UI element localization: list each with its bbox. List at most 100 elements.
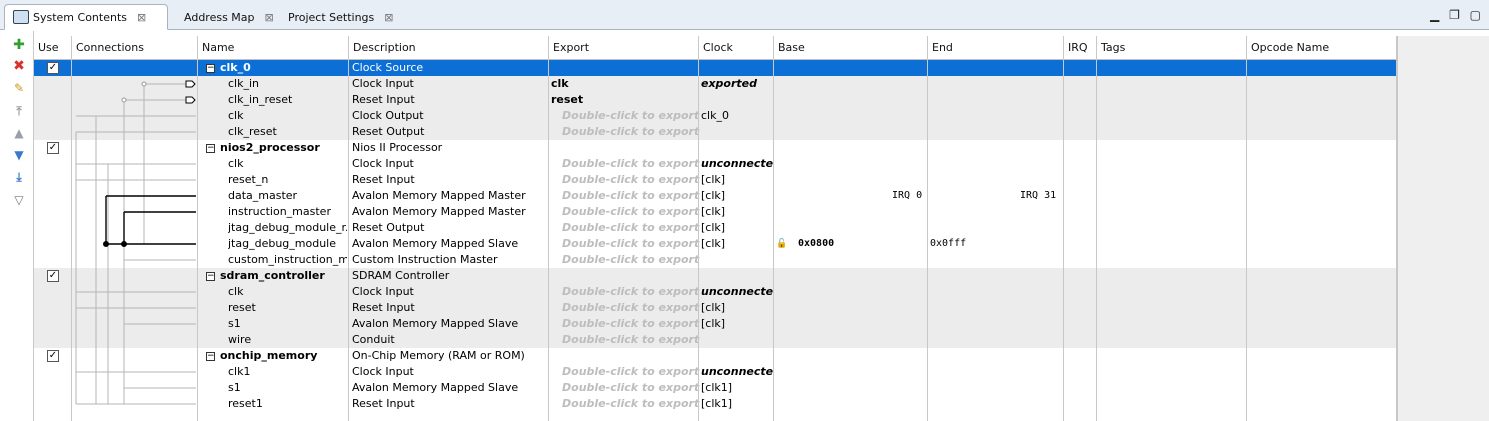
clock-cell[interactable] (701, 332, 773, 348)
name-cell[interactable]: clk_0 (220, 60, 347, 76)
col-use[interactable]: Use (34, 36, 59, 60)
interface-row[interactable]: data_master Avalon Memory Mapped Master Do… (34, 188, 1397, 204)
lock-icon[interactable]: 🔓 (776, 236, 790, 252)
name-cell[interactable]: s1 (228, 380, 347, 396)
component-row[interactable]: ✓ − nios2_processor Nios II Processor (34, 140, 1397, 156)
interface-row[interactable]: clk Clock Output Double-click to export clk… (34, 108, 1397, 124)
interface-row[interactable]: clk Clock Input Double-click to export unco… (34, 284, 1397, 300)
interface-row[interactable]: wire Conduit Double-click to export (34, 332, 1397, 348)
col-clock[interactable]: Clock (699, 36, 733, 60)
export-cell[interactable]: Double-click to export (562, 364, 702, 380)
export-cell[interactable]: Double-click to export (562, 236, 702, 252)
col-description[interactable]: Description (349, 36, 416, 60)
collapse-toggle-icon[interactable]: − (206, 64, 215, 73)
clock-cell[interactable] (701, 252, 773, 268)
col-connections[interactable]: Connections (72, 36, 144, 60)
clock-cell[interactable] (701, 140, 773, 156)
clock-cell[interactable]: unconnected (701, 284, 773, 300)
export-cell[interactable]: Double-click to export (562, 380, 702, 396)
export-cell[interactable]: Double-click to export (562, 396, 702, 412)
move-down-icon[interactable]: ▼ (11, 147, 27, 163)
interface-row[interactable]: jtag_debug_module_r... Reset Output Double… (34, 220, 1397, 236)
use-checkbox[interactable]: ✓ (47, 62, 59, 74)
clock-cell[interactable] (701, 268, 773, 284)
col-opcode-name[interactable]: Opcode Name (1247, 36, 1329, 60)
interface-row[interactable]: s1 Avalon Memory Mapped Slave Double-click… (34, 316, 1397, 332)
move-bottom-icon[interactable]: ⤓ (11, 169, 27, 185)
name-cell[interactable]: reset (228, 300, 347, 316)
interface-row[interactable]: clk_reset Reset Output Double-click to exp… (34, 124, 1397, 140)
interface-row[interactable]: clk Clock Input Double-click to export unco… (34, 156, 1397, 172)
export-cell[interactable]: Double-click to export (562, 316, 702, 332)
clock-cell[interactable] (701, 92, 773, 108)
interface-row[interactable]: clk1 Clock Input Double-click to export unc… (34, 364, 1397, 380)
name-cell[interactable]: onchip_memory (220, 348, 347, 364)
base-cell[interactable]: 0x0800 (798, 236, 898, 252)
clock-cell[interactable]: unconnected (701, 156, 773, 172)
filter-icon[interactable]: ▽ (11, 192, 27, 208)
export-cell[interactable]: Double-click to export (562, 156, 702, 172)
clock-cell[interactable]: [clk] (701, 204, 773, 220)
clock-cell[interactable] (701, 348, 773, 364)
export-cell[interactable]: Double-click to export (562, 220, 702, 236)
name-cell[interactable]: jtag_debug_module (228, 236, 347, 252)
interface-row[interactable]: clk_in_reset Reset Input reset (34, 92, 1397, 108)
export-cell[interactable]: clk (551, 76, 691, 92)
export-cell[interactable]: Double-click to export (562, 124, 702, 140)
col-end[interactable]: End (928, 36, 953, 60)
export-cell[interactable]: Double-click to export (562, 300, 702, 316)
name-cell[interactable]: custom_instruction_m... (228, 252, 347, 268)
name-cell[interactable]: clk_in_reset (228, 92, 347, 108)
name-cell[interactable]: nios2_processor (220, 140, 347, 156)
name-cell[interactable]: clk (228, 284, 347, 300)
clock-cell[interactable]: [clk1] (701, 380, 773, 396)
maximize-icon[interactable]: ❐ (1449, 8, 1460, 22)
end-cell[interactable]: 0x0fff (930, 236, 990, 252)
move-up-icon[interactable]: ▲ (11, 125, 27, 141)
clock-cell[interactable]: [clk] (701, 300, 773, 316)
close-icon[interactable]: ⊠ (384, 11, 393, 24)
clock-cell[interactable]: [clk] (701, 220, 773, 236)
add-icon[interactable]: ✚ (11, 37, 27, 53)
name-cell[interactable]: data_master (228, 188, 347, 204)
name-cell[interactable]: sdram_controller (220, 268, 347, 284)
export-cell[interactable] (551, 348, 691, 364)
clock-cell[interactable]: [clk1] (701, 396, 773, 412)
name-cell[interactable]: s1 (228, 316, 347, 332)
name-cell[interactable]: clk (228, 108, 347, 124)
export-cell[interactable]: Double-click to export (562, 332, 702, 348)
export-cell[interactable]: Double-click to export (562, 108, 702, 124)
collapse-toggle-icon[interactable]: − (206, 272, 215, 281)
remove-icon[interactable]: ✖ (11, 58, 27, 74)
interface-row[interactable]: reset_n Reset Input Double-click to export… (34, 172, 1397, 188)
export-cell[interactable]: Double-click to export (562, 284, 702, 300)
interface-row[interactable]: reset1 Reset Input Double-click to export[… (34, 396, 1397, 412)
name-cell[interactable]: clk1 (228, 364, 347, 380)
export-cell[interactable]: Double-click to export (562, 204, 702, 220)
interface-row[interactable]: s1 Avalon Memory Mapped Slave Double-click… (34, 380, 1397, 396)
name-cell[interactable]: reset_n (228, 172, 347, 188)
tab-system-contents[interactable]: System Contents ⊠ (4, 4, 168, 30)
component-row[interactable]: ✓ − sdram_controller SDRAM Controller (34, 268, 1397, 284)
clock-cell[interactable]: [clk] (701, 316, 773, 332)
name-cell[interactable]: instruction_master (228, 204, 347, 220)
clock-cell[interactable]: clk_0 (701, 108, 773, 124)
export-cell[interactable]: Double-click to export (562, 252, 702, 268)
name-cell[interactable]: clk_reset (228, 124, 347, 140)
component-row[interactable]: ✓ − clk_0 Clock Source (34, 60, 1397, 76)
clock-cell[interactable] (701, 124, 773, 140)
interface-row[interactable]: instruction_master Avalon Memory Mapped M… (34, 204, 1397, 220)
col-base[interactable]: Base (774, 36, 805, 60)
name-cell[interactable]: clk_in (228, 76, 347, 92)
use-checkbox[interactable]: ✓ (47, 350, 59, 362)
interface-row[interactable]: clk_in Clock Input clk exported (34, 76, 1397, 92)
col-name[interactable]: Name (198, 36, 234, 60)
export-cell[interactable] (551, 268, 691, 284)
interface-row[interactable]: custom_instruction_m... Custom Instructio… (34, 252, 1397, 268)
export-cell[interactable]: Double-click to export (562, 188, 702, 204)
close-icon[interactable]: ⊠ (265, 11, 274, 24)
col-irq[interactable]: IRQ (1064, 36, 1088, 60)
clock-cell[interactable]: [clk] (701, 188, 773, 204)
name-cell[interactable]: jtag_debug_module_r... (228, 220, 347, 236)
collapse-toggle-icon[interactable]: − (206, 352, 215, 361)
